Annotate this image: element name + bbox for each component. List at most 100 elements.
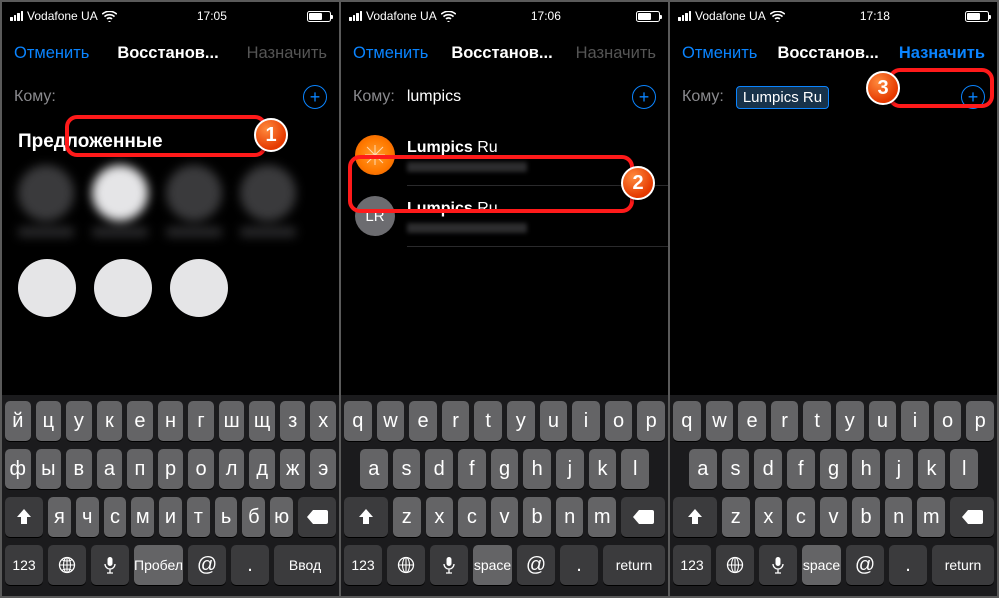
key[interactable]: щ (249, 401, 275, 441)
key[interactable]: a (360, 449, 388, 489)
shift-key[interactable] (673, 497, 717, 537)
key[interactable]: u (869, 401, 897, 441)
dot-key[interactable]: . (231, 545, 269, 585)
key[interactable]: t (474, 401, 502, 441)
numbers-key[interactable]: 123 (673, 545, 711, 585)
return-key[interactable]: Ввод (274, 545, 336, 585)
key[interactable]: e (738, 401, 766, 441)
add-contact-button[interactable]: + (303, 85, 327, 109)
return-key[interactable]: return (932, 545, 994, 585)
key[interactable]: l (950, 449, 978, 489)
dot-key[interactable]: . (889, 545, 927, 585)
key[interactable]: т (187, 497, 210, 537)
key[interactable]: d (425, 449, 453, 489)
return-key[interactable]: return (603, 545, 665, 585)
key[interactable]: y (507, 401, 535, 441)
key[interactable]: у (66, 401, 92, 441)
key[interactable]: r (442, 401, 470, 441)
key[interactable]: v (820, 497, 848, 537)
key[interactable]: p (637, 401, 665, 441)
key[interactable]: ч (76, 497, 99, 537)
key[interactable]: h (523, 449, 551, 489)
key[interactable]: j (556, 449, 584, 489)
key[interactable]: m (917, 497, 945, 537)
mic-key[interactable] (759, 545, 797, 585)
key[interactable]: и (159, 497, 182, 537)
key[interactable]: r (771, 401, 799, 441)
suggested-item[interactable] (18, 165, 74, 237)
key[interactable]: h (852, 449, 880, 489)
key[interactable]: d (754, 449, 782, 489)
key[interactable]: q (344, 401, 372, 441)
key[interactable]: ш (219, 401, 245, 441)
key[interactable]: н (158, 401, 184, 441)
to-input[interactable]: Lumpics Ru (730, 83, 955, 111)
suggested-item[interactable] (170, 259, 228, 317)
key[interactable]: s (722, 449, 750, 489)
globe-key[interactable] (387, 545, 425, 585)
key[interactable]: ф (5, 449, 31, 489)
key[interactable]: e (409, 401, 437, 441)
recipient-chip[interactable]: Lumpics Ru (736, 86, 829, 109)
shift-key[interactable] (5, 497, 43, 537)
key[interactable]: ы (36, 449, 62, 489)
key[interactable]: m (588, 497, 616, 537)
key[interactable]: q (673, 401, 701, 441)
key[interactable]: k (918, 449, 946, 489)
key[interactable]: з (280, 401, 306, 441)
shift-key[interactable] (344, 497, 388, 537)
key[interactable]: л (219, 449, 245, 489)
key[interactable]: i (572, 401, 600, 441)
assign-button[interactable]: Назначить (899, 44, 985, 63)
key[interactable]: j (885, 449, 913, 489)
key[interactable]: s (393, 449, 421, 489)
cancel-button[interactable]: Отменить (353, 44, 428, 63)
key[interactable]: x (755, 497, 783, 537)
key[interactable]: б (242, 497, 265, 537)
cancel-button[interactable]: Отменить (14, 44, 89, 63)
globe-key[interactable] (48, 545, 86, 585)
contact-row[interactable]: Lumpics Ru (341, 125, 668, 185)
key[interactable]: l (621, 449, 649, 489)
key[interactable]: g (820, 449, 848, 489)
key[interactable]: b (523, 497, 551, 537)
key[interactable]: t (803, 401, 831, 441)
key[interactable]: f (787, 449, 815, 489)
dot-key[interactable]: . (560, 545, 598, 585)
space-key[interactable]: space (802, 545, 841, 585)
key[interactable]: c (458, 497, 486, 537)
key[interactable]: x (426, 497, 454, 537)
globe-key[interactable] (716, 545, 754, 585)
cancel-button[interactable]: Отменить (682, 44, 757, 63)
key[interactable]: ю (270, 497, 293, 537)
key[interactable]: с (104, 497, 127, 537)
key[interactable]: е (127, 401, 153, 441)
suggested-item[interactable] (92, 165, 148, 237)
numbers-key[interactable]: 123 (344, 545, 382, 585)
at-key[interactable]: @ (188, 545, 226, 585)
key[interactable]: а (97, 449, 123, 489)
key[interactable]: к (97, 401, 123, 441)
key[interactable]: м (131, 497, 154, 537)
suggested-item[interactable] (18, 259, 76, 317)
key[interactable]: o (934, 401, 962, 441)
suggested-item[interactable] (240, 165, 296, 237)
key[interactable]: й (5, 401, 31, 441)
suggested-item[interactable] (166, 165, 222, 237)
backspace-key[interactable] (621, 497, 665, 537)
to-input[interactable] (62, 83, 297, 111)
key[interactable]: y (836, 401, 864, 441)
key[interactable]: ь (215, 497, 238, 537)
key[interactable]: о (188, 449, 214, 489)
at-key[interactable]: @ (517, 545, 555, 585)
to-input[interactable]: lumpics (401, 83, 626, 111)
key[interactable]: w (706, 401, 734, 441)
key[interactable]: х (310, 401, 336, 441)
key[interactable]: я (48, 497, 71, 537)
backspace-key[interactable] (950, 497, 994, 537)
key[interactable]: f (458, 449, 486, 489)
key[interactable]: c (787, 497, 815, 537)
mic-key[interactable] (430, 545, 468, 585)
key[interactable]: v (491, 497, 519, 537)
key[interactable]: э (310, 449, 336, 489)
